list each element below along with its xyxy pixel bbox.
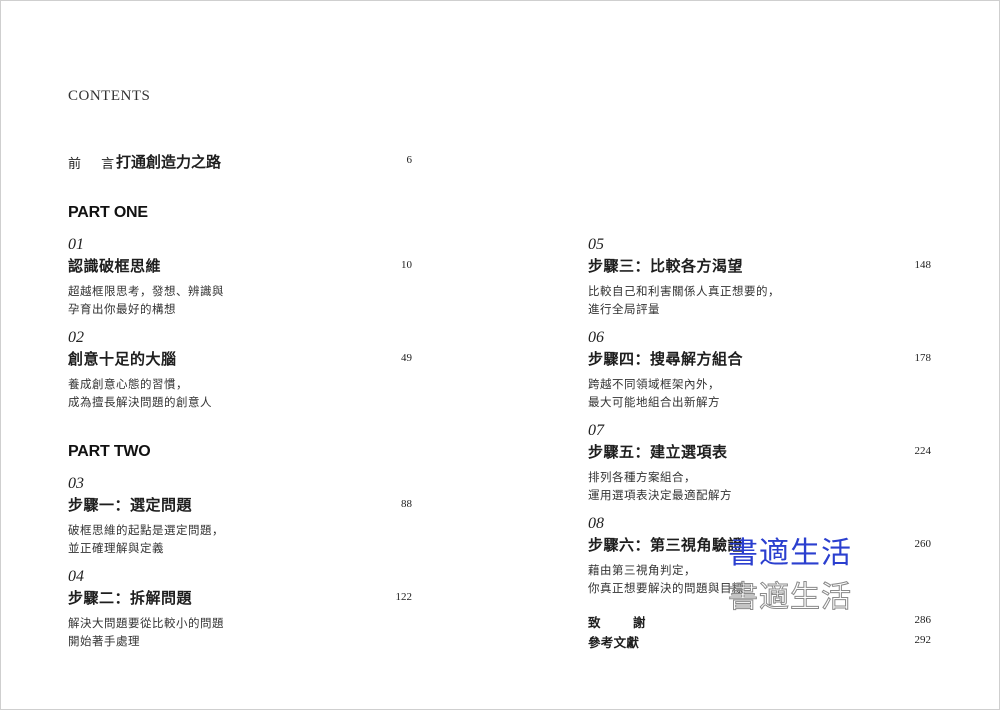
chapter-desc-line: 運用選項表決定最適配解方 xyxy=(588,488,732,502)
watermark-outline: 書適生活 xyxy=(728,580,852,616)
chapter-desc-line: 進行全局評量 xyxy=(588,302,660,316)
chapter-title: 認識破框思維 xyxy=(68,257,162,275)
chapter-desc-line: 最大可能地組合出新解方 xyxy=(588,395,720,409)
chapter-title: 步驟二：拆解問題 xyxy=(68,589,193,607)
chapter-page-number: 224 xyxy=(914,445,932,457)
references-label: 參考文獻 xyxy=(588,635,640,650)
references-entry[interactable]: 參考文獻 292 xyxy=(588,632,931,650)
chapter-desc-line: 孕育出你最好的構想 xyxy=(68,302,176,316)
acknowledgements-label: 致 謝 xyxy=(588,615,660,630)
chapter-title: 步驟一：選定問題 xyxy=(68,496,193,514)
chapter-desc-line: 超越框限思考，發想、辨識與 xyxy=(68,284,224,298)
part-one-heading: PART ONE xyxy=(68,204,148,221)
chapter-06-entry[interactable]: 06 步驟四：搜尋解方組合 178 跨越不同領域框架內外， 最大可能地組合出新解… xyxy=(588,329,931,411)
chapter-desc-line: 破框思維的起點是選定問題， xyxy=(68,523,224,537)
chapter-desc-line: 跨越不同領域框架內外， xyxy=(588,377,720,391)
chapter-page-number: 148 xyxy=(914,259,932,271)
contents-heading: CONTENTS xyxy=(68,88,151,104)
preface-page-number: 6 xyxy=(406,154,413,166)
chapter-number: 07 xyxy=(588,422,604,439)
preface-label: 前 言 xyxy=(68,157,123,172)
chapter-number: 06 xyxy=(588,329,604,346)
preface-entry[interactable]: 前 言 打通創造力之路 6 xyxy=(68,151,412,173)
chapter-01-entry[interactable]: 01 認識破框思維 10 超越框限思考，發想、辨識與 孕育出你最好的構想 xyxy=(68,236,412,318)
chapter-02-entry[interactable]: 02 創意十足的大腦 49 養成創意心態的習慣， 成為擅長解決問題的創意人 xyxy=(68,329,412,411)
chapter-desc-line: 養成創意心態的習慣， xyxy=(68,377,188,391)
chapter-number: 01 xyxy=(68,236,84,253)
chapter-desc-line: 排列各種方案組合， xyxy=(588,470,696,484)
chapter-number: 03 xyxy=(68,475,84,492)
chapter-05-entry[interactable]: 05 步驟三：比較各方渴望 148 比較自己和利害關係人真正想要的， 進行全局評… xyxy=(588,236,931,318)
chapter-desc-line: 比較自己和利害關係人真正想要的， xyxy=(588,284,780,298)
chapter-desc-line: 並正確理解與定義 xyxy=(68,541,164,555)
chapter-number: 05 xyxy=(588,236,604,253)
chapter-page-number: 122 xyxy=(395,591,413,603)
part-two-heading: PART TWO xyxy=(68,443,151,460)
chapter-page-number: 88 xyxy=(401,498,412,510)
chapter-desc-line: 開始著手處理 xyxy=(68,634,140,648)
chapter-page-number: 49 xyxy=(401,352,412,364)
chapter-page-number: 260 xyxy=(914,538,932,550)
chapter-04-entry[interactable]: 04 步驟二：拆解問題 122 解決大問題要從比較小的問題 開始著手處理 xyxy=(68,568,412,650)
chapter-title: 創意十足的大腦 xyxy=(68,350,177,368)
chapter-number: 04 xyxy=(68,568,84,585)
chapter-03-entry[interactable]: 03 步驟一：選定問題 88 破框思維的起點是選定問題， 並正確理解與定義 xyxy=(68,475,412,557)
chapter-page-number: 178 xyxy=(914,352,932,364)
chapter-desc-line: 成為擅長解決問題的創意人 xyxy=(68,395,212,409)
preface-title: 打通創造力之路 xyxy=(116,153,222,171)
chapter-page-number: 10 xyxy=(401,259,412,271)
watermark-blue: 書適生活 xyxy=(728,536,852,571)
chapter-title: 步驟六：第三視角驗證 xyxy=(588,536,744,554)
acknowledgements-page-number: 286 xyxy=(914,614,932,626)
references-page-number: 292 xyxy=(914,634,932,646)
chapter-number: 02 xyxy=(68,329,84,346)
chapter-title: 步驟三：比較各方渴望 xyxy=(588,257,744,275)
chapter-title: 步驟五：建立選項表 xyxy=(588,443,728,461)
chapter-title: 步驟四：搜尋解方組合 xyxy=(588,350,744,368)
chapter-desc-line: 解決大問題要從比較小的問題 xyxy=(68,616,224,630)
chapter-07-entry[interactable]: 07 步驟五：建立選項表 224 排列各種方案組合， 運用選項表決定最適配解方 xyxy=(588,422,931,504)
